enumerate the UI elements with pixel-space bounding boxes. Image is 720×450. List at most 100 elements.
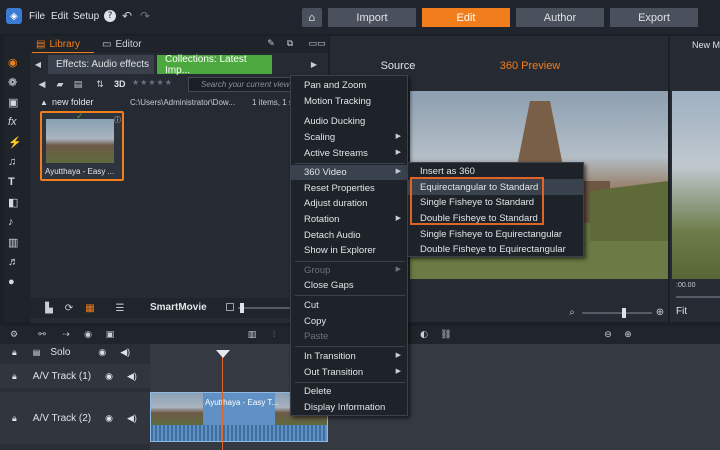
- montage-icon[interactable]: ◧: [8, 196, 26, 212]
- timeline-zoom-out-icon[interactable]: ⊖: [602, 329, 614, 341]
- media-icon[interactable]: ◉: [8, 56, 26, 72]
- music-icon[interactable]: ♫: [8, 156, 26, 172]
- zoom-slider[interactable]: [582, 308, 652, 318]
- player-video-frame[interactable]: [672, 91, 720, 279]
- audio-icon[interactable]: ♬: [8, 256, 26, 272]
- piano-icon[interactable]: ▥: [8, 236, 26, 252]
- rating-stars[interactable]: ★★★★★: [132, 78, 173, 87]
- lock-icon[interactable]: 🔒︎: [12, 371, 17, 382]
- zoom-in-icon[interactable]: ⊕: [654, 306, 666, 318]
- menu-item-pan-zoom[interactable]: Pan and Zoom: [291, 78, 407, 93]
- popout-icon[interactable]: ⧉: [284, 38, 296, 50]
- themes-icon[interactable]: ❁: [8, 76, 26, 92]
- menu-item-adjust-duration[interactable]: Adjust duration: [291, 196, 407, 211]
- tab-editor[interactable]: ▭ Editor: [98, 36, 158, 53]
- eye-icon[interactable]: ◉: [105, 371, 113, 382]
- media-thumbnail[interactable]: ✓ ⓘ Ayutthaya - Easy ...: [40, 111, 124, 181]
- tab-source[interactable]: Source: [358, 56, 438, 76]
- tab-audio-effects[interactable]: Effects: Audio effects: [48, 55, 154, 74]
- menu-item-motion-tracking[interactable]: Motion Tracking: [291, 94, 407, 109]
- snap-icon[interactable]: ⚯: [36, 329, 48, 341]
- sound-effects-icon[interactable]: ♪: [8, 216, 26, 232]
- list-view-icon[interactable]: ☰: [112, 301, 128, 315]
- menu-item-audio-ducking[interactable]: Audio Ducking: [291, 114, 407, 129]
- menu-setup[interactable]: Setup: [73, 11, 99, 22]
- new-movie-tab[interactable]: New M: [692, 40, 720, 50]
- sort-icon[interactable]: ⇅: [92, 78, 108, 91]
- menu-item-display-information[interactable]: Display Information: [291, 400, 407, 415]
- menu-edit[interactable]: Edit: [51, 11, 68, 22]
- titles-icon[interactable]: T: [8, 176, 26, 192]
- refresh-icon[interactable]: ⟳: [62, 301, 76, 315]
- speaker-icon[interactable]: ◀): [127, 413, 137, 424]
- redo-icon[interactable]: ↷: [138, 9, 152, 23]
- menu-item-show-in-explorer[interactable]: Show in Explorer: [291, 243, 407, 258]
- slider-handle[interactable]: [240, 303, 244, 313]
- submenu-double-fisheye-to-equirect[interactable]: Double Fisheye to Equirectangular: [408, 242, 583, 257]
- home-button[interactable]: ⌂: [302, 8, 322, 27]
- track-view-icon[interactable]: ▤: [33, 348, 41, 357]
- eye-icon[interactable]: ◉: [98, 347, 106, 358]
- ripple-icon[interactable]: ⇢: [58, 329, 74, 341]
- split-icon[interactable]: ⫶: [268, 329, 280, 341]
- tab-collections[interactable]: Collections: Latest Imp...: [157, 54, 272, 76]
- speaker-icon[interactable]: ◀): [127, 371, 137, 382]
- menu-item-360-video[interactable]: 360 Video ▶: [291, 165, 407, 180]
- menu-item-close-gaps[interactable]: Close Gaps: [291, 278, 407, 293]
- menu-item-rotation[interactable]: Rotation ▶: [291, 212, 407, 227]
- 3d-filter-button[interactable]: 3D: [114, 79, 126, 89]
- app-logo-icon[interactable]: ◈: [6, 8, 22, 24]
- menu-item-active-streams[interactable]: Active Streams ▶: [291, 146, 407, 161]
- import-icon[interactable]: ▙: [42, 301, 56, 315]
- transitions-icon[interactable]: ⚡: [8, 136, 26, 152]
- lock-icon[interactable]: 🔒︎: [12, 413, 17, 424]
- lock-icon[interactable]: 🔒︎: [12, 347, 17, 358]
- eye-icon[interactable]: ◉: [105, 413, 113, 424]
- menu-item-reset-properties[interactable]: Reset Properties: [291, 181, 407, 196]
- menu-item-copy[interactable]: Copy: [291, 314, 407, 329]
- smartmovie-button[interactable]: SmartMovie: [150, 302, 207, 313]
- record-icon[interactable]: ◉: [82, 329, 94, 341]
- tab-import[interactable]: Import: [328, 8, 416, 27]
- menu-item-group[interactable]: Group ▶: [291, 263, 407, 278]
- info-icon[interactable]: ⓘ: [114, 115, 121, 125]
- link-icon[interactable]: ⛓: [440, 329, 452, 341]
- zoom-handle[interactable]: [622, 308, 626, 318]
- fit-select[interactable]: Fit: [676, 306, 687, 317]
- tab-edit[interactable]: Edit: [422, 8, 510, 27]
- zoom-icon[interactable]: ⌕: [566, 306, 578, 318]
- search-input[interactable]: Search your current view: [188, 77, 292, 92]
- tab-360-preview[interactable]: 360 Preview: [480, 56, 580, 76]
- scrub-bar[interactable]: [676, 296, 720, 298]
- menu-item-in-transition[interactable]: In Transition ▶: [291, 349, 407, 364]
- timeline-zoom-in-icon[interactable]: ⊕: [622, 329, 634, 341]
- menu-item-delete[interactable]: Delete: [291, 384, 407, 399]
- menu-item-cut[interactable]: Cut: [291, 298, 407, 313]
- menu-item-out-transition[interactable]: Out Transition ▶: [291, 365, 407, 380]
- settings-icon[interactable]: ⚙: [8, 329, 20, 341]
- playhead[interactable]: [222, 352, 223, 450]
- grid-view-icon[interactable]: ▦: [82, 301, 98, 315]
- effects-icon[interactable]: fx: [8, 116, 26, 132]
- audio-mixer-icon[interactable]: ▥: [246, 329, 258, 341]
- menu-file[interactable]: File: [29, 11, 45, 22]
- menu-item-paste[interactable]: Paste: [291, 329, 407, 344]
- menu-item-detach-audio[interactable]: Detach Audio: [291, 228, 407, 243]
- tab-export[interactable]: Export: [610, 8, 698, 27]
- up-folder-icon[interactable]: ▲: [40, 98, 48, 107]
- pin-icon[interactable]: ✎: [265, 38, 277, 50]
- tabs-right-icon[interactable]: ▶: [308, 57, 320, 72]
- color-icon[interactable]: ◐: [418, 329, 430, 341]
- submenu-single-fisheye-to-equirect[interactable]: Single Fisheye to Equirectangular: [408, 227, 583, 242]
- speaker-icon[interactable]: ◀): [120, 347, 130, 358]
- menu-item-scaling[interactable]: Scaling ▶: [291, 130, 407, 145]
- disc-icon[interactable]: ●: [8, 276, 26, 292]
- help-icon[interactable]: ?: [104, 10, 116, 22]
- marker-icon[interactable]: ▣: [104, 329, 116, 341]
- tabs-left-icon[interactable]: ◀: [32, 57, 44, 72]
- undo-icon[interactable]: ↶: [120, 9, 134, 23]
- folder-icon[interactable]: ▰: [54, 78, 66, 91]
- projects-icon[interactable]: ▣: [8, 96, 26, 112]
- playhead-marker-icon[interactable]: [216, 350, 230, 358]
- back-icon[interactable]: ◀: [36, 78, 48, 91]
